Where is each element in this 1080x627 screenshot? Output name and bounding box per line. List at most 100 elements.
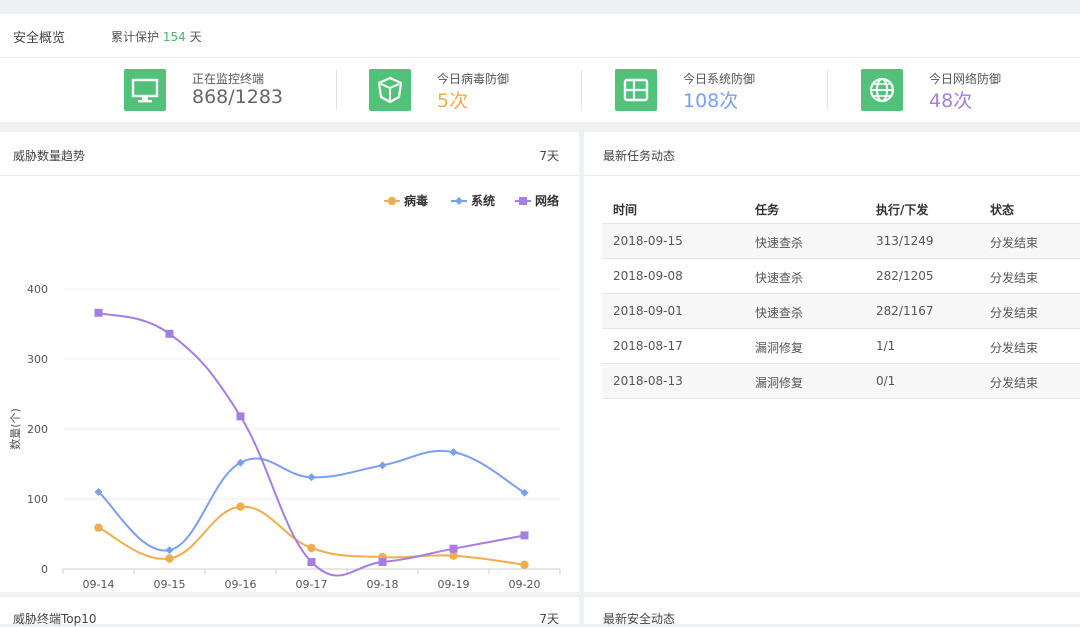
panel-title: 最新任务动态	[603, 149, 676, 163]
data-point[interactable]	[378, 461, 387, 470]
stat-divider	[581, 70, 582, 110]
shield-icon	[369, 69, 411, 111]
panel-header: 威胁数量趋势 7天	[0, 132, 579, 176]
data-point[interactable]	[378, 558, 387, 566]
legend-item[interactable]: 病毒	[384, 193, 428, 208]
column-header-task: 任务	[755, 203, 780, 217]
x-tick-label: 09-17	[296, 578, 328, 591]
data-point[interactable]	[307, 558, 316, 566]
x-tick-label: 09-18	[367, 578, 399, 591]
table-row[interactable]: 2018-08-13 漏洞修复 0/1 分发结束	[602, 364, 1080, 399]
monitor-icon	[124, 69, 166, 111]
data-point[interactable]	[236, 412, 245, 421]
protection-unit: 天	[189, 30, 202, 44]
panel-title: 威胁数量趋势	[13, 149, 86, 163]
cell-exec: 1/1	[876, 339, 896, 353]
stat-label: 今日系统防御	[683, 72, 756, 86]
cell-time: 2018-08-13	[613, 374, 683, 388]
globe-icon	[861, 69, 903, 111]
y-tick-label: 0	[41, 563, 48, 576]
table-row[interactable]: 2018-09-15 快速查杀 313/1249 分发结束	[602, 224, 1080, 259]
column-header-status: 状态	[990, 203, 1015, 217]
stat-value: 108次	[683, 90, 739, 112]
panel-title: 最新安全动态	[603, 612, 676, 626]
data-point[interactable]	[94, 308, 103, 317]
threat-trend-chart: 0 100 200 300 400 09-14 09-15 09-16 09-17 09-18 09…	[9, 193, 561, 591]
data-point[interactable]	[236, 502, 245, 511]
data-point[interactable]	[449, 544, 458, 553]
x-tick-label: 09-16	[225, 578, 257, 591]
y-tick-label: 300	[27, 353, 48, 366]
cell-task: 漏洞修复	[755, 341, 804, 355]
windows-icon	[615, 69, 657, 111]
stat-label: 今日网络防御	[929, 72, 1002, 86]
cell-task: 快速查杀	[755, 306, 804, 320]
overview-title: 安全概览	[13, 31, 66, 46]
cell-task: 快速查杀	[755, 271, 804, 285]
data-point[interactable]	[520, 531, 529, 540]
legend-marker[interactable]	[387, 196, 397, 206]
series-系统	[94, 448, 529, 555]
table-row[interactable]: 2018-08-17 漏洞修复 1/1 分发结束	[602, 329, 1080, 364]
panel-header: 最新任务动态	[584, 132, 1080, 176]
legend-label: 系统	[471, 193, 495, 208]
legend-marker[interactable]	[519, 197, 527, 205]
x-tick-label: 09-14	[83, 578, 115, 591]
overview-header: 安全概览 累计保护 154 天	[0, 14, 1080, 58]
protection-label: 累计保护	[111, 30, 160, 44]
stat-value: 868/1283	[192, 86, 284, 108]
time-range-selector[interactable]: 7天	[539, 610, 559, 627]
series-网络	[94, 308, 529, 577]
stat-value: 5次	[437, 90, 469, 112]
data-point[interactable]	[165, 546, 174, 555]
cell-status: 分发结束	[990, 271, 1039, 285]
panel-title: 威胁终端Top10	[13, 612, 97, 626]
cell-time: 2018-09-01	[613, 304, 683, 318]
time-range-selector[interactable]: 7天	[539, 147, 559, 164]
cell-exec: 282/1205	[876, 269, 934, 283]
stat-divider	[827, 70, 828, 110]
cell-status: 分发结束	[990, 306, 1039, 320]
cell-status: 分发结束	[990, 341, 1039, 355]
series-line	[98, 311, 525, 577]
data-point[interactable]	[520, 560, 529, 569]
series-line	[97, 449, 525, 552]
legend-marker[interactable]	[455, 197, 463, 205]
cell-task: 漏洞修复	[755, 376, 804, 390]
legend-label: 网络	[535, 193, 559, 208]
data-point[interactable]	[449, 551, 458, 560]
protection-duration: 累计保护 154 天	[111, 28, 202, 45]
data-point[interactable]	[307, 543, 316, 553]
column-header-exec: 执行/下发	[876, 203, 929, 217]
legend-item[interactable]: 网络	[515, 193, 559, 208]
table-row[interactable]: 2018-09-08 快速查杀 282/1205 分发结束	[602, 259, 1080, 294]
protection-days: 154	[162, 30, 186, 44]
table-header: 时间 任务 执行/下发 状态	[602, 193, 1080, 224]
y-tick-label: 400	[27, 283, 48, 296]
cell-status: 分发结束	[990, 236, 1039, 250]
security-events-panel: 最新安全动态	[584, 597, 1080, 626]
stat-label: 今日病毒防御	[437, 72, 510, 86]
threat-trend-panel: 威胁数量趋势 7天 0 100 200 300 400 09-14 09-15 09-16 09…	[0, 132, 579, 592]
cell-status: 分发结束	[990, 376, 1039, 390]
data-point[interactable]	[165, 329, 174, 338]
y-tick-label: 200	[27, 423, 48, 436]
threat-top10-panel: 威胁终端Top10 7天	[0, 597, 579, 627]
legend-label: 病毒	[404, 193, 428, 208]
cell-task: 快速查杀	[755, 236, 804, 250]
data-point[interactable]	[165, 554, 174, 563]
cell-time: 2018-09-15	[613, 234, 683, 248]
cell-time: 2018-09-08	[613, 269, 683, 283]
security-overview-panel: 安全概览 累计保护 154 天 正在监控终端 868/1283 今日病毒防御 5…	[0, 14, 1080, 122]
task-table: 时间 任务 执行/下发 状态 2018-09-15 快速查杀 313/1249 …	[602, 193, 1080, 399]
legend-item[interactable]: 系统	[451, 193, 495, 208]
data-point[interactable]	[94, 523, 103, 532]
cell-exec: 313/1249	[876, 234, 934, 248]
x-tick-label: 09-15	[154, 578, 186, 591]
x-tick-label: 09-19	[438, 578, 470, 591]
data-point[interactable]	[449, 448, 458, 457]
column-header-time: 时间	[613, 203, 638, 217]
series-line	[98, 505, 525, 566]
data-point[interactable]	[307, 473, 316, 482]
table-row[interactable]: 2018-09-01 快速查杀 282/1167 分发结束	[602, 294, 1080, 329]
